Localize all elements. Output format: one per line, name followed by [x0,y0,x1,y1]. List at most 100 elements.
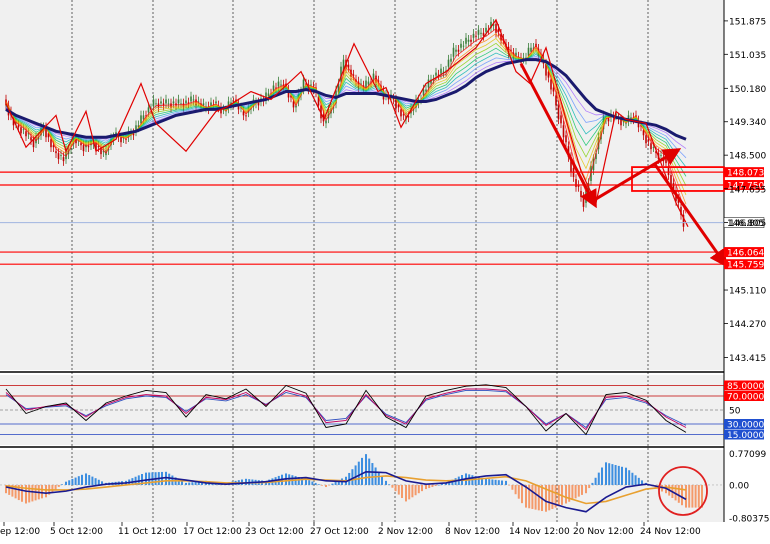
macd-histogram-bar [245,478,247,485]
macd-histogram-bar [421,484,423,492]
candle-body [120,137,122,143]
macd-histogram-bar [381,476,383,485]
candle-body [552,87,555,92]
oscillator-level-label: 85.0000 [727,382,764,392]
candle-body [477,29,480,35]
macd-histogram-bar [74,477,77,485]
macd-histogram-bar [601,467,603,485]
candle-body [140,115,142,124]
candle-body [62,157,65,162]
candle-body [422,89,425,96]
macd-histogram-bar [361,457,363,485]
candle-body [575,179,577,187]
candle-body [277,81,280,87]
oscillator-level-label: 30.0000 [727,421,764,431]
macd-histogram-bar [441,483,443,485]
price-level-label: 145.759 [727,261,764,271]
macd-histogram-bar [697,484,700,508]
macd-y-tick-label: 0.00 [729,481,749,491]
candle-body [582,196,585,207]
macd-histogram-bar [88,475,91,485]
candle-body [472,33,475,38]
macd-histogram-bar [308,480,311,485]
macd-y-tick-label: 0.77099 [729,450,766,460]
macd-histogram-bar [688,484,691,508]
macd-histogram-bar [191,482,194,485]
candle-body [22,129,25,131]
y-tick-label: 143.415 [729,354,766,364]
macd-histogram-bar [405,484,407,502]
chart-canvas[interactable]: 148.073147.750146.064145.759146.805151.8… [0,0,770,540]
candle-body [620,119,622,126]
candle-body [475,35,477,37]
candle-body [185,100,187,104]
candle-body [210,102,212,106]
candle-body [465,37,467,44]
x-tick-label: 5 Oct 12:00 [50,527,103,537]
candle-body [367,81,370,85]
y-tick-label: 147.655 [729,185,766,195]
macd-histogram-bar [371,463,374,485]
macd-histogram-bar [501,480,503,485]
candle-body [607,118,610,122]
macd-histogram-bar [357,461,360,485]
x-tick-label: ep 12:00 [0,527,40,537]
candle-body [60,155,62,156]
candle-body [215,101,217,104]
macd-histogram-bar [585,484,587,494]
macd-histogram-bar [71,478,74,485]
macd-histogram-bar [317,484,320,485]
macd-histogram-bar [428,484,431,489]
macd-histogram-bar [505,480,507,485]
price-level-label: 148.073 [727,169,764,179]
chart-root: 148.073 147.750 146.064 145.759 146.805 151.8… [0,0,770,540]
macd-histogram-bar [431,484,434,488]
macd-histogram-bar [185,482,187,485]
macd-histogram-bar [314,482,317,485]
candle-body [565,135,567,143]
macd-histogram-bar [188,482,191,485]
x-tick-label: 8 Nov 12:00 [445,527,500,537]
y-tick-label: 148.500 [729,152,766,162]
macd-histogram-bar [81,474,83,485]
candle-body [87,146,90,148]
candle-body [467,39,470,42]
candle-body [645,135,647,144]
candle-body [80,143,82,146]
macd-histogram-bar [397,484,400,495]
candle-body [407,116,410,118]
macd-histogram-bar [385,480,387,485]
x-tick-label: 23 Oct 12:00 [245,527,304,537]
candle-body [667,167,670,176]
macd-histogram-bar [591,482,594,485]
candle-body [192,99,195,101]
macd-histogram-bar [388,484,391,485]
macd-histogram-bar [45,484,47,498]
macd-histogram-bar [414,484,417,496]
macd-histogram-bar [54,484,57,490]
candle-body [480,32,482,34]
candle-body [625,123,627,125]
macd-histogram-bar [354,465,357,485]
candle-body [17,125,20,128]
oscillator-level-label: 50 [729,407,741,417]
candle-body [180,103,182,105]
macd-histogram-bar [488,479,491,485]
x-tick-label: 2 Nov 12:00 [378,527,433,537]
macd-histogram-bar [548,484,551,511]
candle-body [100,149,102,155]
macd-histogram-bar [41,484,43,499]
candle-body [647,139,650,142]
candle-body [527,47,530,56]
macd-histogram-bar [351,469,354,485]
macd-histogram-bar [588,484,591,489]
y-tick-label: 146.805 [729,219,766,229]
macd-histogram-bar [425,484,427,490]
candle-body [557,105,560,120]
macd-histogram-bar [694,484,697,508]
macd-histogram-bar [494,479,497,485]
candle-body [457,49,460,52]
macd-histogram-bar [91,476,94,485]
macd-histogram-bar [401,484,403,498]
candle-body [372,73,375,79]
